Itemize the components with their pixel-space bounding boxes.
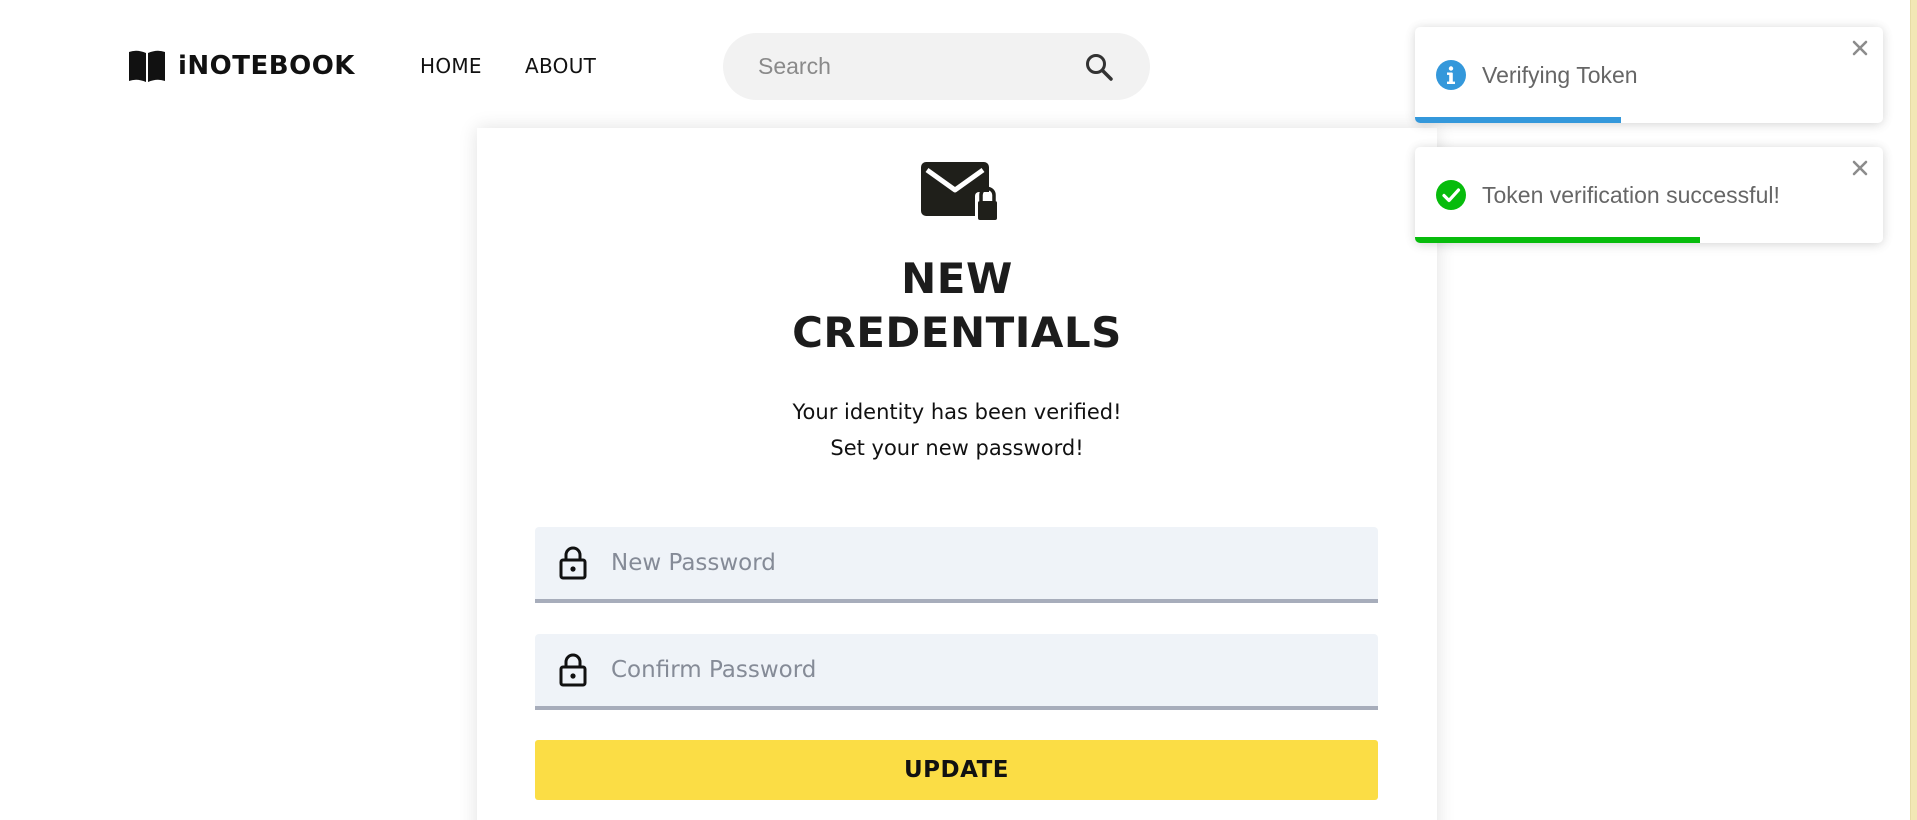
info-icon [1436, 60, 1466, 90]
toast-verifying-token[interactable]: Verifying Token [1415, 27, 1883, 123]
check-circle-icon [1436, 180, 1466, 210]
new-password-field [535, 527, 1378, 603]
lock-icon [559, 653, 587, 687]
new-credentials-card: NEW CREDENTIALS Your identity has been v… [477, 128, 1437, 820]
title-line-2: CREDENTIALS [792, 308, 1122, 357]
search-input[interactable] [758, 53, 1058, 80]
toast-verification-success[interactable]: Token verification successful! [1415, 147, 1883, 243]
confirm-password-input[interactable] [611, 657, 1351, 683]
window-edge [1910, 0, 1917, 820]
update-button[interactable]: UPDATE [535, 740, 1378, 800]
lock-icon [559, 546, 587, 580]
brand-logo-link[interactable]: iNOTEBOOK [127, 48, 355, 84]
open-book-icon [129, 50, 165, 82]
subtitle-set-password: Set your new password! [830, 436, 1084, 460]
page-title: NEW CREDENTIALS [477, 252, 1437, 360]
nav-about-link[interactable]: ABOUT [525, 54, 596, 78]
search-icon[interactable] [1084, 52, 1114, 82]
subtitle-verified: Your identity has been verified! [792, 400, 1122, 424]
close-icon[interactable] [1851, 39, 1869, 57]
title-line-1: NEW [901, 254, 1013, 303]
confirm-password-field [535, 634, 1378, 710]
nav-home-link[interactable]: HOME [420, 54, 482, 78]
mail-lock-icon [921, 162, 999, 222]
toast-progress-bar [1415, 237, 1701, 243]
close-icon[interactable] [1851, 159, 1869, 177]
brand-name: iNOTEBOOK [178, 51, 355, 81]
toast-message: Verifying Token [1482, 62, 1638, 88]
toast-progress-bar [1415, 117, 1621, 123]
page: iNOTEBOOK HOME ABOUT NEW CREDENTIALS You… [0, 0, 1917, 820]
search-bar [723, 33, 1150, 100]
toast-message: Token verification successful! [1482, 182, 1780, 208]
new-password-input[interactable] [611, 550, 1351, 576]
